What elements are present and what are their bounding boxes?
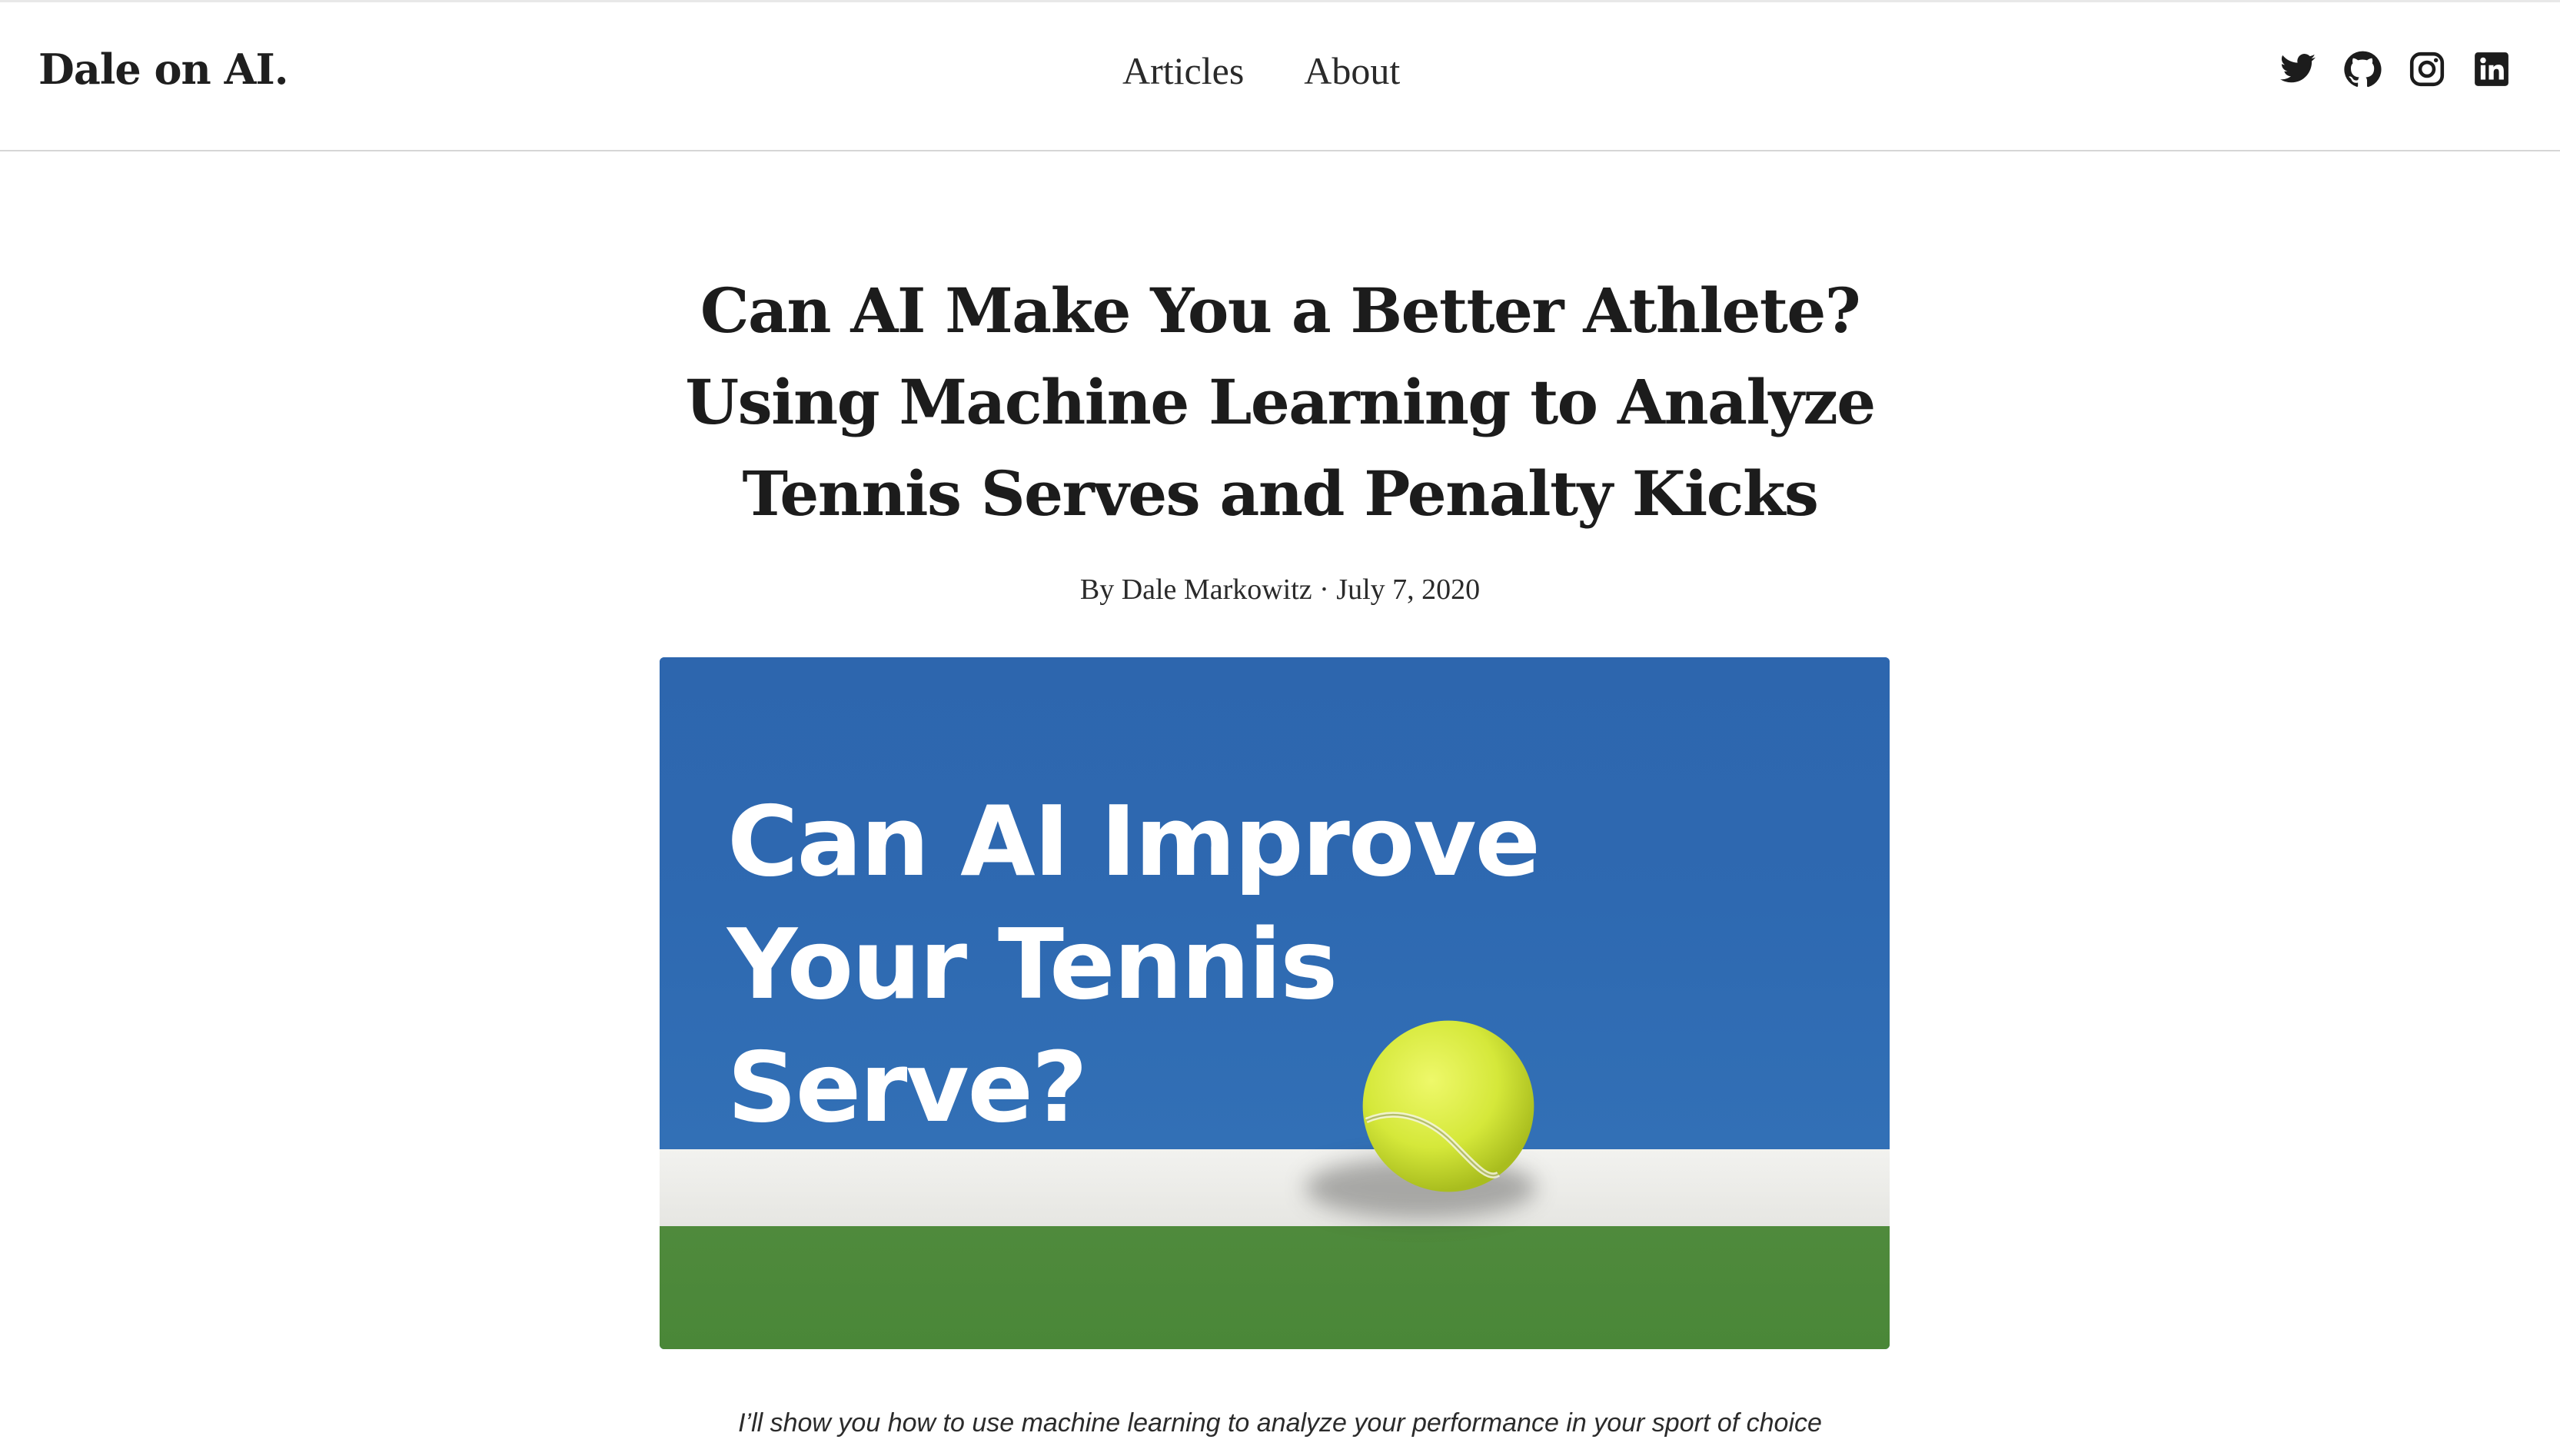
- linkedin-icon[interactable]: [2472, 50, 2511, 88]
- hero-headline: Can AI Improve Your Tennis Serve?: [727, 780, 1541, 1149]
- hero-headline-line: Can AI Improve: [727, 785, 1541, 898]
- court-line: [660, 1149, 1890, 1226]
- hero-headline-line: Serve?: [727, 1031, 1088, 1144]
- article-title-line: Can AI Make You a Better Athlete?: [700, 274, 1861, 347]
- site-logo[interactable]: Dale on AI.: [38, 45, 289, 94]
- article-title-line: Tennis Serves and Penalty Kicks: [742, 457, 1819, 530]
- hero-headline-line: Your Tennis: [727, 908, 1338, 1021]
- main-nav: Articles About: [1122, 48, 1400, 93]
- site-header: Dale on AI. Articles About: [0, 2, 2560, 151]
- twitter-icon[interactable]: [2279, 50, 2317, 88]
- article-title: Can AI Make You a Better Athlete? Using …: [538, 265, 2022, 540]
- instagram-icon[interactable]: [2408, 50, 2446, 88]
- hero-image: Can AI Improve Your Tennis Serve?: [660, 657, 1890, 1349]
- article-title-line: Using Machine Learning to Analyze: [685, 366, 1876, 438]
- github-icon[interactable]: [2343, 50, 2382, 88]
- article-byline: By Dale Markowitz · July 7, 2020: [1079, 573, 1481, 606]
- nav-about-link[interactable]: About: [1304, 48, 1400, 93]
- social-links: [2279, 50, 2511, 88]
- court-outside: [660, 1226, 1890, 1349]
- nav-articles-link[interactable]: Articles: [1122, 48, 1244, 93]
- article-lede: I’ll show you how to use machine learnin…: [738, 1408, 1822, 1438]
